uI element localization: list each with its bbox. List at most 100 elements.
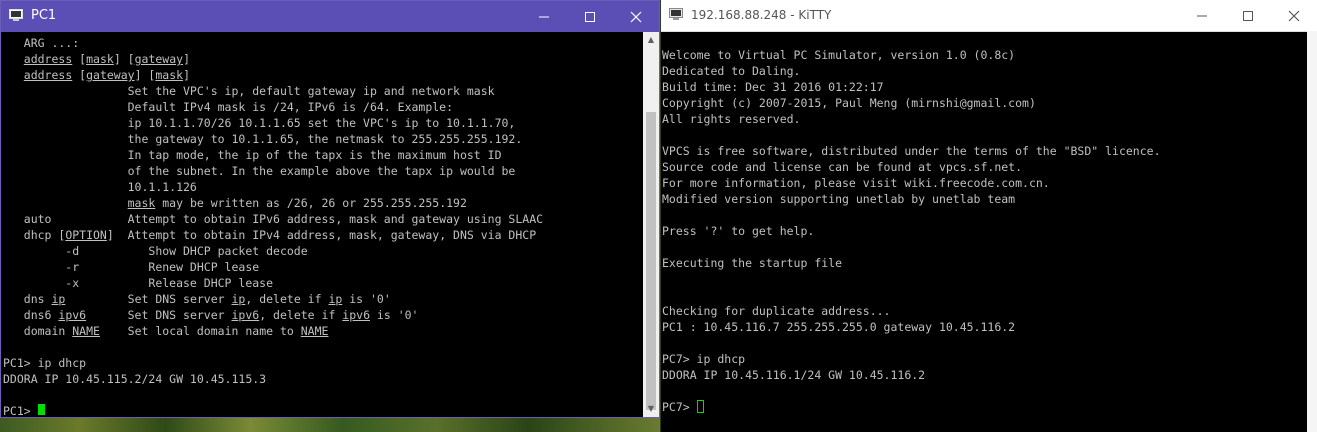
terminal-line: PC1 : 10.45.116.7 255.255.255.0 gateway …	[662, 319, 1298, 335]
maximize-icon	[585, 11, 595, 22]
terminal-text: Set the VPC's ip, default gateway ip and…	[3, 84, 495, 98]
maximize-button[interactable]	[567, 1, 613, 32]
terminal-line: Checking for duplicate address...	[662, 303, 1298, 319]
pc1-console-window[interactable]: PC1 ARG ...: address [mask] [gateway] ad…	[0, 0, 660, 418]
kitty-minimize-button[interactable]	[1179, 0, 1225, 31]
terminal-line: -x Release DHCP lease	[3, 275, 643, 291]
terminal-arg-placeholder: ipv6	[58, 308, 87, 322]
terminal-arg-placeholder: address	[23, 68, 73, 82]
terminal-text: All rights reserved.	[662, 112, 801, 126]
terminal-line: dhcp [OPTION] Attempt to obtain IPv4 add…	[3, 227, 643, 243]
pc1-terminal-output[interactable]: ARG ...: address [mask] [gateway] addres…	[3, 35, 643, 415]
terminal-line: the gateway to 10.1.1.65, the netmask to…	[3, 131, 643, 147]
pc1-title-bar[interactable]: PC1	[1, 1, 659, 32]
pc1-scrollbar[interactable]: ▲ ▼	[643, 32, 659, 417]
terminal-line: Dedicated to Daling.	[662, 63, 1298, 79]
terminal-line: Copyright (c) 2007-2015, Paul Meng (mirn…	[662, 95, 1298, 111]
terminal-text: Source code and license can be found at …	[662, 160, 1023, 174]
minimize-icon	[539, 16, 549, 17]
terminal-line: PC7>	[662, 399, 1298, 415]
terminal-line: All rights reserved.	[662, 111, 1298, 127]
desktop-wallpaper	[0, 416, 660, 432]
terminal-arg-placeholder: address	[23, 52, 73, 66]
scroll-down-icon[interactable]: ▼	[643, 401, 659, 417]
terminal-line: Default IPv4 mask is /24, IPv6 is /64. E…	[3, 99, 643, 115]
terminal-cursor[interactable]	[37, 404, 45, 415]
terminal-text: ] [	[134, 68, 156, 82]
terminal-text: Set local domain name to	[99, 324, 301, 338]
terminal-line: Welcome to Virtual PC Simulator, version…	[662, 47, 1298, 63]
kitty-close-button[interactable]	[1271, 0, 1317, 31]
kitty-maximize-button[interactable]	[1225, 0, 1271, 31]
terminal-text: PC7> ip dhcp	[662, 352, 746, 366]
terminal-text: Set DNS server	[86, 308, 232, 322]
terminal-text: dns	[3, 292, 52, 306]
scroll-up-icon[interactable]: ▲	[643, 32, 659, 48]
terminal-arg-placeholder: OPTION	[65, 228, 107, 242]
kitty-app-icon	[669, 8, 683, 20]
terminal-arg-placeholder: ip	[51, 292, 66, 306]
terminal-text: DDORA IP 10.45.116.1/24 GW 10.45.116.2	[662, 368, 926, 382]
terminal-line: address [mask] [gateway]	[3, 51, 643, 67]
terminal-arg-placeholder: gateway	[86, 68, 135, 82]
terminal-text: , delete if	[245, 292, 329, 306]
terminal-arg-placeholder: mask	[86, 52, 114, 66]
terminal-line: -r Renew DHCP lease	[3, 259, 643, 275]
terminal-line: PC1> ip dhcp	[3, 355, 643, 371]
terminal-text: Dedicated to Daling.	[662, 64, 801, 78]
terminal-text: Checking for duplicate address...	[662, 304, 891, 318]
terminal-text: PC1>	[3, 404, 38, 415]
terminal-line: ARG ...:	[3, 35, 643, 51]
kitty-terminal-output[interactable]: Welcome to Virtual PC Simulator, version…	[662, 47, 1298, 432]
terminal-text: dhcp [	[3, 228, 66, 242]
terminal-text: auto Attempt to obtain IPv6 address, mas…	[3, 212, 544, 226]
kitty-window-title: 192.168.88.248 - KiTTY	[691, 8, 832, 22]
kitty-scrollbar[interactable]	[1307, 31, 1317, 432]
pc1-scrollbar-thumb[interactable]	[646, 112, 656, 410]
terminal-text: Default IPv4 mask is /24, IPv6 is /64. E…	[3, 100, 454, 114]
terminal-text: PC7>	[662, 400, 697, 414]
terminal-text: [	[72, 52, 87, 66]
terminal-text: ] [	[113, 52, 135, 66]
terminal-line: ip 10.1.1.70/26 10.1.1.65 set the VPC's …	[3, 115, 643, 131]
kitty-title-bar[interactable]: 192.168.88.248 - KiTTY	[661, 0, 1317, 32]
terminal-line: 10.1.1.126	[3, 179, 643, 195]
terminal-line: dns6 ipv6 Set DNS server ipv6, delete if…	[3, 307, 643, 323]
terminal-text: Copyright (c) 2007-2015, Paul Meng (mirn…	[662, 96, 1036, 110]
terminal-text: Build time: Dec 31 2016 01:22:17	[662, 80, 884, 94]
terminal-line: Source code and license can be found at …	[662, 159, 1298, 175]
terminal-line: domain NAME Set local domain name to NAM…	[3, 323, 643, 339]
close-icon	[1288, 10, 1300, 21]
minimize-button[interactable]	[521, 1, 567, 32]
terminal-arg-placeholder: NAME	[300, 324, 329, 338]
terminal-text: domain	[3, 324, 73, 338]
terminal-text: dns6	[3, 308, 59, 322]
terminal-text: is '0'	[342, 292, 391, 306]
close-button[interactable]	[613, 1, 659, 32]
terminal-line: For more information, please visit wiki.…	[662, 175, 1298, 191]
terminal-text: 10.1.1.126	[3, 180, 197, 194]
terminal-text: For more information, please visit wiki.…	[662, 176, 1050, 190]
terminal-app-icon	[9, 9, 23, 21]
minimize-icon	[1197, 15, 1207, 16]
terminal-line: mask may be written as /26, 26 or 255.25…	[3, 195, 643, 211]
terminal-text: is '0'	[370, 308, 419, 322]
kitty-window[interactable]: 192.168.88.248 - KiTTY Welcome to Virtua…	[661, 0, 1317, 432]
terminal-text: DDORA IP 10.45.115.2/24 GW 10.45.115.3	[3, 372, 267, 386]
terminal-arg-placeholder: ip	[328, 292, 343, 306]
terminal-text: -r Renew DHCP lease	[3, 260, 260, 274]
terminal-text: ip 10.1.1.70/26 10.1.1.65 set the VPC's …	[3, 116, 516, 130]
terminal-arg-placeholder: mask	[127, 196, 156, 210]
terminal-line: Set the VPC's ip, default gateway ip and…	[3, 83, 643, 99]
terminal-cursor[interactable]	[696, 400, 704, 413]
terminal-arg-placeholder: gateway	[134, 52, 184, 66]
terminal-line: of the subnet. In the example above the …	[3, 163, 643, 179]
terminal-text: Executing the startup file	[662, 256, 843, 270]
terminal-text: [	[72, 68, 87, 82]
